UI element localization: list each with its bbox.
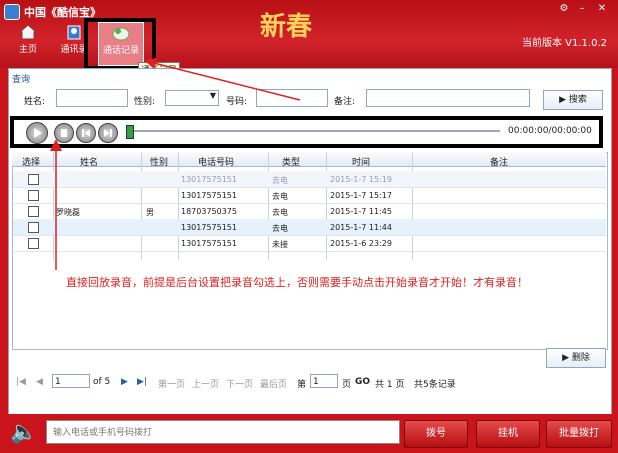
- note-label: 备注:: [334, 97, 356, 107]
- prev-page-link[interactable]: 上一页: [192, 377, 219, 390]
- row-phone: 13017575151: [181, 191, 237, 200]
- row-time: 2015-1-6 23:29: [330, 239, 392, 248]
- row-phone: 13017575151: [181, 175, 237, 184]
- row-type: 去电: [272, 224, 288, 233]
- contacts-icon: [65, 24, 83, 40]
- row-checkbox[interactable]: [28, 206, 39, 217]
- dial-button[interactable]: 拨号: [404, 420, 468, 448]
- next-icon: [104, 129, 112, 137]
- row-checkbox[interactable]: [28, 222, 39, 233]
- table-row[interactable]: [13, 171, 606, 188]
- search-button-label: 搜索: [568, 95, 587, 105]
- page-number-input[interactable]: 1: [52, 374, 90, 388]
- total-records: 共5条记录: [414, 380, 456, 390]
- prev-page-icon[interactable]: ◀: [36, 377, 43, 387]
- row-checkbox[interactable]: [28, 190, 39, 201]
- row-phone: 18703750375: [181, 207, 237, 216]
- stop-icon: [61, 129, 67, 137]
- row-phone: 13017575151: [181, 239, 237, 248]
- batch-dial-button[interactable]: 批量拨打: [546, 420, 612, 448]
- header-type[interactable]: 类型: [282, 155, 300, 168]
- name-input[interactable]: [56, 89, 128, 107]
- stop-button[interactable]: [54, 123, 74, 143]
- phone-label: 号码:: [226, 97, 248, 107]
- phone-input[interactable]: [256, 89, 328, 107]
- row-time: 2015-1-7 15:19: [330, 175, 392, 184]
- nav-home[interactable]: 主页: [6, 22, 50, 64]
- last-page-icon[interactable]: ▶|: [137, 377, 147, 387]
- dial-input[interactable]: 输入电话或手机号码拨打: [46, 420, 400, 444]
- row-checkbox[interactable]: [28, 238, 39, 249]
- row-checkbox[interactable]: [28, 174, 39, 185]
- playback-slider-handle[interactable]: [126, 125, 134, 139]
- gender-label: 性别:: [134, 97, 156, 107]
- gender-select[interactable]: ▼: [165, 90, 219, 106]
- goto-suffix: 页: [342, 380, 352, 390]
- play-arrow-icon: ▶: [559, 95, 569, 105]
- hangup-button[interactable]: 挂机: [476, 420, 540, 448]
- row-phone: 13017575151: [181, 223, 237, 232]
- note-input[interactable]: [366, 89, 530, 107]
- query-section-label: 查询: [12, 75, 31, 85]
- chevron-down-icon: ▼: [209, 91, 216, 100]
- row-name: 罗晓磊: [56, 208, 80, 217]
- go-button[interactable]: GO: [355, 377, 370, 387]
- row-time: 2015-1-7 11:44: [330, 223, 392, 232]
- goto-page-input[interactable]: 1: [310, 374, 338, 388]
- table-row[interactable]: [13, 235, 606, 252]
- row-time: 2015-1-7 15:17: [330, 191, 392, 200]
- search-button[interactable]: ▶ 搜索: [543, 90, 603, 110]
- play-button[interactable]: [26, 122, 48, 144]
- row-type: 未接: [272, 240, 288, 249]
- home-icon: [18, 24, 38, 40]
- row-type: 去电: [272, 208, 288, 217]
- next-button[interactable]: [98, 123, 118, 143]
- table-row[interactable]: [13, 203, 606, 220]
- annotation-note: 直接回放录音，前提是后台设置把录音勾选上，否则需要手动点击开始录音才开始！才有录…: [66, 276, 528, 289]
- header-phone[interactable]: 电话号码: [198, 155, 234, 168]
- previous-icon: [82, 129, 90, 137]
- settings-icon[interactable]: ⚙: [556, 2, 572, 16]
- close-icon[interactable]: ✕: [594, 2, 610, 16]
- total-pages: 共 1 页: [375, 380, 405, 390]
- nav-home-label: 主页: [18, 45, 37, 55]
- playback-time: 00:00:00/00:00:00: [508, 126, 592, 136]
- delete-button[interactable]: ▶ 删除: [546, 348, 606, 368]
- app-logo-icon: [4, 4, 20, 20]
- play-arrow-icon: ▶: [562, 353, 572, 363]
- row-type: 去电: [272, 176, 288, 185]
- version-label: 当前版本 V1.1.0.2: [522, 38, 608, 49]
- header-select[interactable]: 选择: [22, 155, 40, 168]
- goto-prefix: 第: [297, 380, 307, 390]
- play-icon: [34, 128, 42, 138]
- minimize-icon[interactable]: –: [574, 2, 590, 16]
- speaker-icon[interactable]: 🔈: [10, 420, 37, 446]
- name-label: 姓名:: [24, 97, 46, 107]
- table-row[interactable]: [13, 219, 606, 236]
- page-count: of 5: [93, 377, 111, 387]
- first-page-icon[interactable]: |◀: [16, 377, 26, 387]
- row-gender: 男: [146, 208, 154, 217]
- table-row[interactable]: [13, 187, 606, 204]
- playback-progress-track[interactable]: [128, 130, 500, 132]
- next-page-link[interactable]: 下一页: [226, 377, 253, 390]
- row-time: 2015-1-7 11:45: [330, 207, 392, 216]
- last-page-link[interactable]: 最后页: [260, 377, 287, 390]
- first-page-link[interactable]: 第一页: [158, 377, 185, 390]
- header-name[interactable]: 姓名: [80, 155, 98, 168]
- header-note[interactable]: 备注: [490, 155, 508, 168]
- festive-banner: 新春: [260, 12, 313, 42]
- header-gender[interactable]: 性别: [150, 155, 168, 168]
- previous-button[interactable]: [76, 123, 96, 143]
- row-type: 去电: [272, 192, 288, 201]
- header-time[interactable]: 时间: [352, 155, 370, 168]
- table-header: [12, 152, 606, 167]
- next-page-icon[interactable]: ▶: [121, 377, 128, 387]
- delete-button-label: 删除: [571, 353, 590, 363]
